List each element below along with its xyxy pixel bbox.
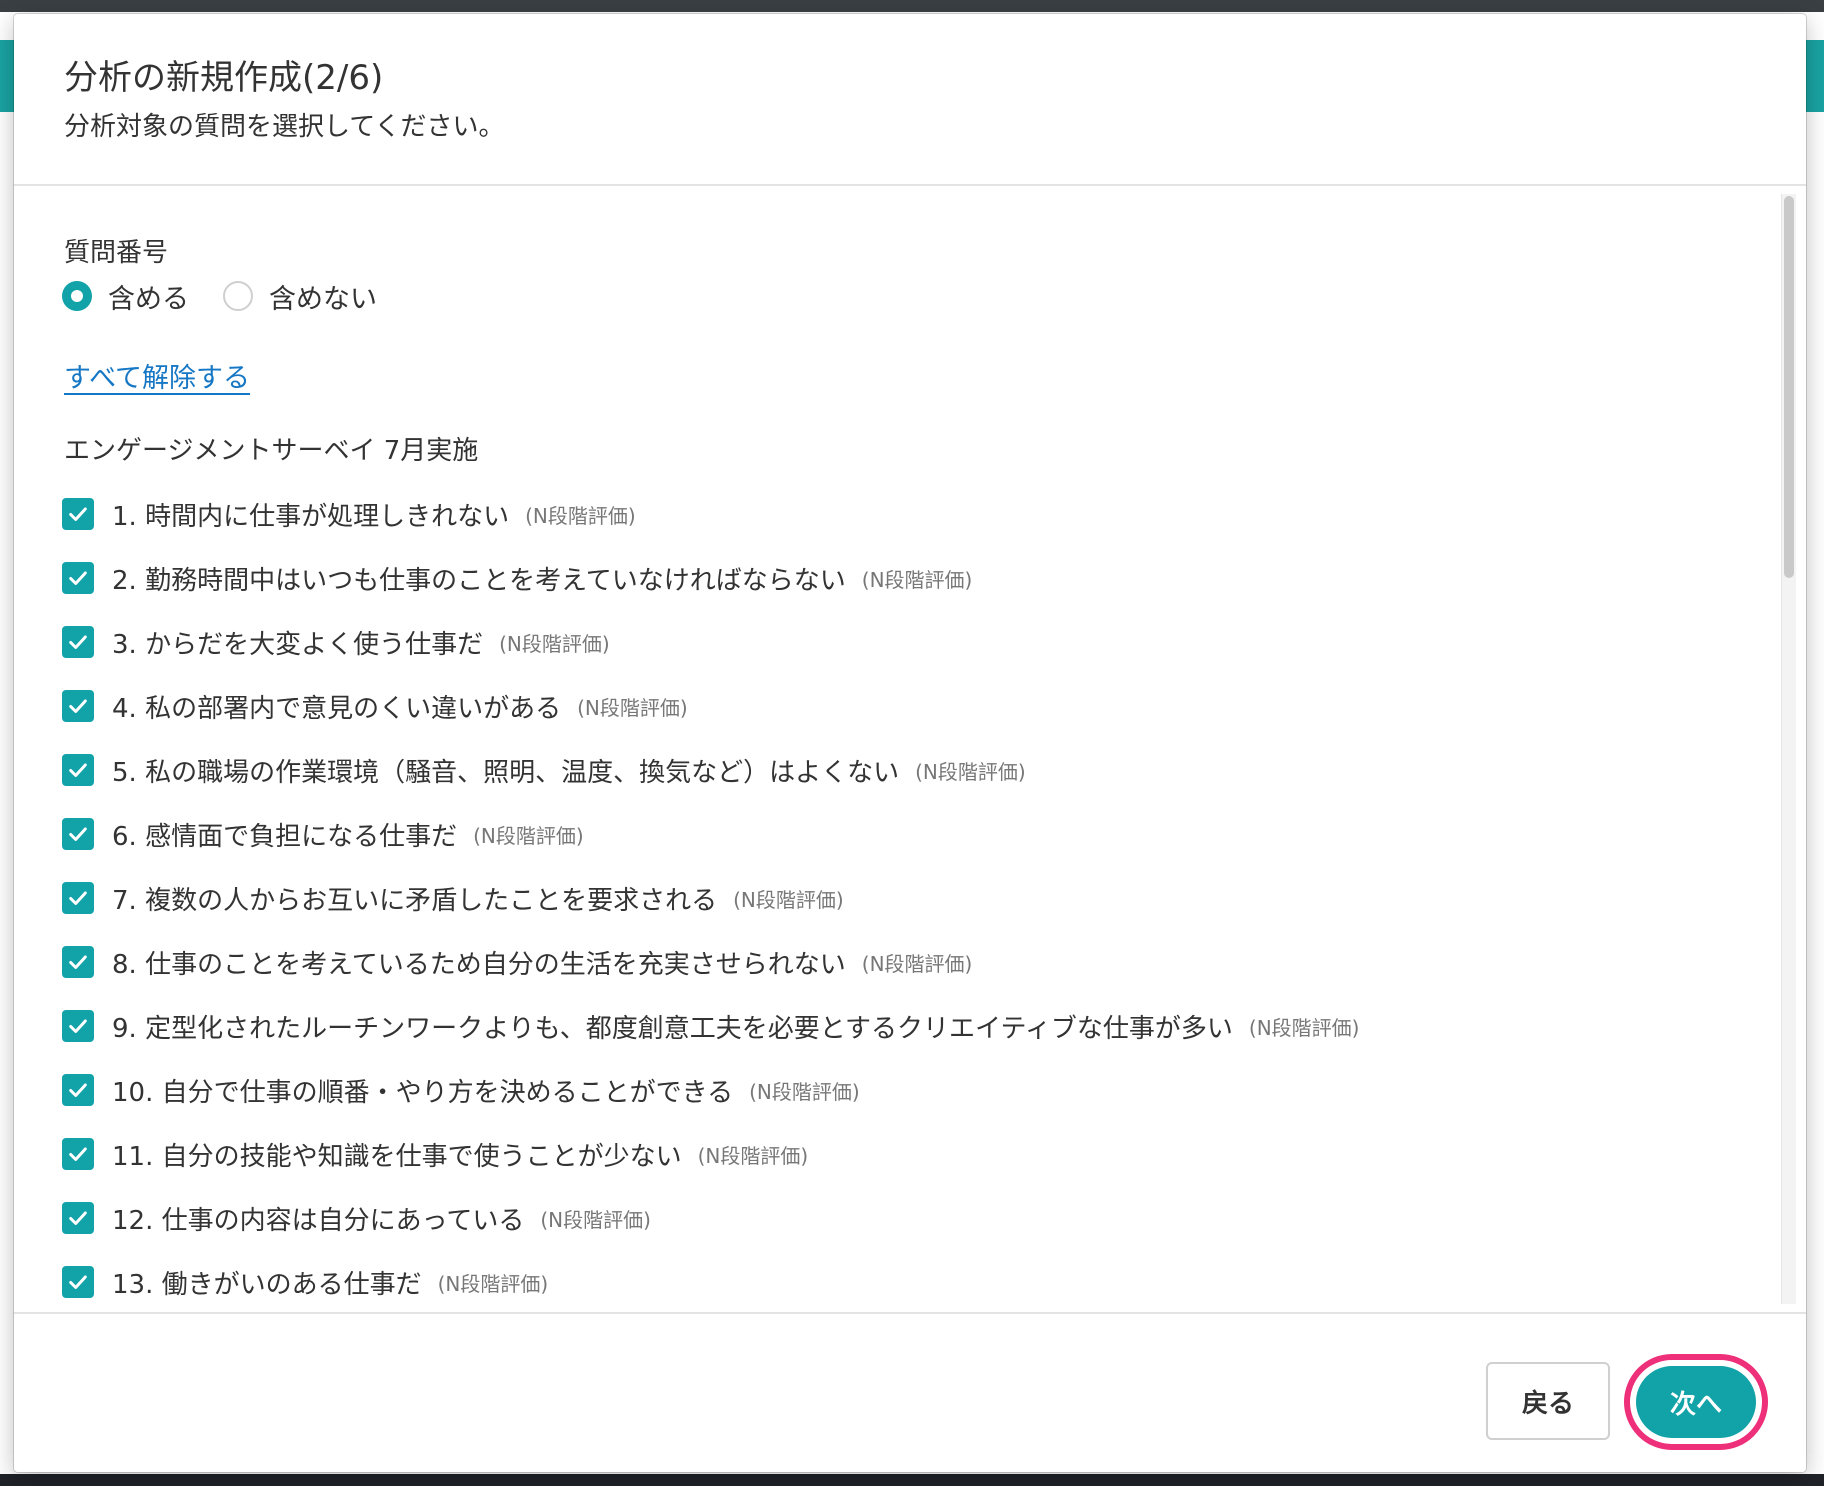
question-type: (N段階評価): [525, 503, 636, 528]
radio-include[interactable]: 含める: [62, 277, 189, 316]
question-checkbox[interactable]: [62, 690, 94, 722]
question-type: (N段階評価): [733, 887, 844, 912]
question-item[interactable]: 1. 時間内に仕事が処理しきれない (N段階評価): [62, 482, 1742, 546]
question-type: (N段階評価): [499, 631, 610, 656]
check-icon: [69, 955, 87, 969]
question-checkbox[interactable]: [62, 754, 94, 786]
question-item[interactable]: 7. 複数の人からお互いに矛盾したことを要求される (N段階評価): [62, 866, 1742, 930]
question-text: 10. 自分で仕事の順番・やり方を決めることができる: [112, 1077, 734, 1108]
back-button[interactable]: 戻る: [1486, 1362, 1610, 1440]
question-item[interactable]: 4. 私の部署内で意見のくい違いがある (N段階評価): [62, 674, 1742, 738]
question-number-radio-group: 含める 含めない: [62, 276, 411, 316]
question-item[interactable]: 9. 定型化されたルーチンワークよりも、都度創意工夫を必要とするクリエイティブな…: [62, 994, 1742, 1058]
check-icon: [69, 635, 87, 649]
question-text: 4. 私の部署内で意見のくい違いがある: [112, 693, 562, 724]
question-text: 6. 感情面で負担になる仕事だ: [112, 821, 458, 852]
question-text: 5. 私の職場の作業環境（騒音、照明、温度、換気など）はよくない: [112, 757, 900, 788]
question-checkbox[interactable]: [62, 498, 94, 530]
question-type: (N段階評価): [437, 1271, 549, 1296]
next-button[interactable]: 次へ: [1636, 1366, 1756, 1438]
radio-include-circle[interactable]: [62, 281, 92, 311]
question-type: (N段階評価): [577, 695, 688, 720]
background-top-bar: [0, 0, 1824, 12]
scrollbar-thumb[interactable]: [1784, 196, 1794, 578]
question-checkbox[interactable]: [62, 562, 94, 594]
question-type: (N段階評価): [749, 1079, 860, 1104]
question-item[interactable]: 8. 仕事のことを考えているため自分の生活を充実させられない (N段階評価): [62, 930, 1742, 994]
check-icon: [69, 571, 87, 585]
question-item[interactable]: 11. 自分の技能や知識を仕事で使うことが少ない (N段階評価): [62, 1122, 1742, 1186]
question-text: 7. 複数の人からお互いに矛盾したことを要求される: [112, 885, 718, 916]
check-icon: [69, 1211, 87, 1225]
question-item[interactable]: 12. 仕事の内容は自分にあっている (N段階評価): [62, 1186, 1742, 1250]
radio-exclude-label: 含めない: [269, 283, 377, 315]
question-checkbox[interactable]: [62, 946, 94, 978]
check-icon: [69, 891, 87, 905]
question-type: (N段階評価): [540, 1207, 651, 1232]
question-checkbox[interactable]: [62, 882, 94, 914]
radio-include-label: 含める: [108, 283, 189, 315]
radio-exclude-circle[interactable]: [223, 281, 253, 311]
scrollbar[interactable]: [1781, 194, 1796, 1304]
modal-body: 質問番号 含める 含めない すべて解除する エンゲージメントサーベイ 7月実施 …: [14, 186, 1806, 1312]
question-text: 12. 仕事の内容は自分にあっている: [112, 1205, 525, 1236]
background-bottom-bar: [0, 1474, 1824, 1486]
question-item[interactable]: 6. 感情面で負担になる仕事だ (N段階評価): [62, 802, 1742, 866]
next-button-highlight: 次へ: [1624, 1354, 1768, 1450]
check-icon: [69, 507, 87, 521]
radio-exclude[interactable]: 含めない: [223, 277, 377, 316]
question-type: (N段階評価): [1248, 1015, 1360, 1040]
check-icon: [69, 1083, 87, 1097]
question-type: (N段階評価): [915, 759, 1026, 784]
clear-all-link[interactable]: すべて解除する: [64, 356, 250, 395]
background-header-right: [1804, 40, 1824, 112]
check-icon: [69, 1147, 87, 1161]
question-type: (N段階評価): [473, 823, 584, 848]
question-type: (N段階評価): [861, 567, 973, 592]
question-checkbox[interactable]: [62, 1074, 94, 1106]
check-icon: [69, 1019, 87, 1033]
question-checkbox[interactable]: [62, 818, 94, 850]
question-checkbox[interactable]: [62, 1266, 94, 1298]
background-header-left: [0, 40, 14, 112]
question-item[interactable]: 3. からだを大変よく使う仕事だ (N段階評価): [62, 610, 1742, 674]
question-checkbox[interactable]: [62, 1138, 94, 1170]
check-icon: [69, 699, 87, 713]
question-checkbox[interactable]: [62, 1010, 94, 1042]
question-text: 11. 自分の技能や知識を仕事で使うことが少ない: [112, 1141, 682, 1172]
modal-subtitle: 分析対象の質問を選択してください。: [64, 112, 505, 142]
question-text: 1. 時間内に仕事が処理しきれない: [112, 501, 510, 532]
question-text: 9. 定型化されたルーチンワークよりも、都度創意工夫を必要とするクリエイティブな…: [112, 1013, 1233, 1044]
question-text: 8. 仕事のことを考えているため自分の生活を充実させられない: [112, 949, 846, 980]
create-analysis-modal: 分析の新規作成(2/6) 分析対象の質問を選択してください。 質問番号 含める …: [14, 14, 1806, 1472]
modal-footer: 戻る 次へ: [14, 1312, 1806, 1472]
question-list: 1. 時間内に仕事が処理しきれない (N段階評価) 2. 勤務時間中はいつも仕事…: [62, 482, 1742, 1312]
check-icon: [69, 827, 87, 841]
question-number-label: 質問番号: [64, 238, 169, 268]
check-icon: [69, 1275, 87, 1289]
question-text: 2. 勤務時間中はいつも仕事のことを考えていなければならない: [112, 565, 846, 596]
question-item[interactable]: 10. 自分で仕事の順番・やり方を決めることができる (N段階評価): [62, 1058, 1742, 1122]
question-type: (N段階評価): [697, 1143, 809, 1168]
question-item[interactable]: 2. 勤務時間中はいつも仕事のことを考えていなければならない (N段階評価): [62, 546, 1742, 610]
question-item[interactable]: 5. 私の職場の作業環境（騒音、照明、温度、換気など）はよくない (N段階評価): [62, 738, 1742, 802]
survey-name: エンゲージメントサーベイ 7月実施: [64, 436, 479, 466]
modal-header: 分析の新規作成(2/6) 分析対象の質問を選択してください。: [14, 14, 1806, 186]
question-text: 13. 働きがいのある仕事だ: [112, 1269, 422, 1300]
check-icon: [69, 763, 87, 777]
question-type: (N段階評価): [861, 951, 973, 976]
modal-title: 分析の新規作成(2/6): [64, 58, 384, 98]
question-item[interactable]: 13. 働きがいのある仕事だ (N段階評価): [62, 1250, 1742, 1312]
question-checkbox[interactable]: [62, 1202, 94, 1234]
question-checkbox[interactable]: [62, 626, 94, 658]
question-text: 3. からだを大変よく使う仕事だ: [112, 629, 484, 660]
